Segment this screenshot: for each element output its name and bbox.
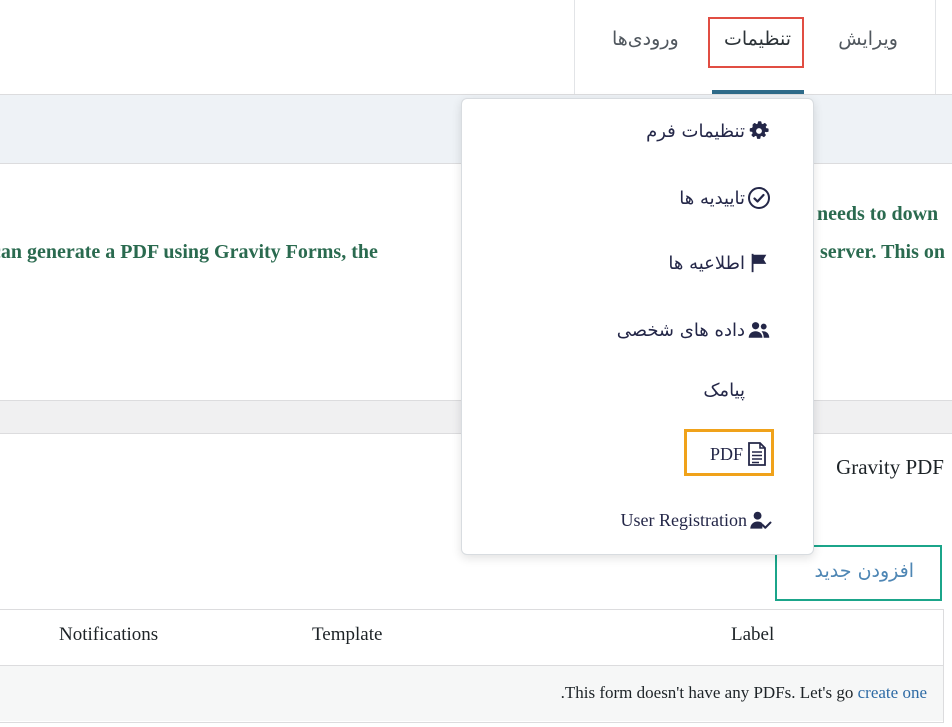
menu-item-label: اطلاعیه ها (668, 252, 745, 274)
menu-item-label: User Registration (620, 509, 747, 530)
menu-item-notifications[interactable]: اطلاعیه ها (668, 251, 771, 275)
table-row: .This form doesn't have any PDFs. Let's … (0, 666, 943, 721)
column-header-notifications[interactable]: Notifications (59, 624, 158, 646)
tab-edit[interactable]: ویرایش (838, 28, 898, 50)
menu-item-user-registration[interactable]: User Registration (621, 508, 773, 532)
pdf-item-highlight (684, 429, 774, 476)
menu-item-form-settings[interactable]: تنظیمات فرم (646, 119, 771, 143)
users-icon (747, 318, 771, 342)
tab-entries[interactable]: ورودی‌ها (612, 28, 679, 50)
add-new-label: افزودن جدید (814, 560, 914, 582)
check-circle-icon (747, 186, 771, 210)
menu-item-label: تاییدیه ها (679, 187, 745, 209)
create-one-link[interactable]: create one (858, 683, 927, 702)
menu-item-sms[interactable]: پیامک (703, 380, 745, 401)
active-tab-indicator (712, 90, 804, 94)
settings-tab-highlight (708, 17, 804, 68)
menu-item-confirmations[interactable]: تاییدیه ها (679, 186, 771, 210)
table-header-row: Notifications Template Label (0, 610, 943, 666)
notice-text-line1: needs to down (817, 203, 939, 225)
menu-item-label: داده های شخصی (616, 319, 745, 341)
empty-message-text: .This form doesn't have any PDFs. Let's … (560, 683, 858, 702)
menu-item-personal-data[interactable]: داده های شخصی (617, 318, 771, 342)
top-tab-bar: ویرایش تنظیمات ورودی‌ها (0, 0, 952, 95)
tab-bar-divider (574, 0, 575, 94)
notice-text-line2: can generate a PDF using Gravity Forms, … (0, 241, 378, 263)
notice-text-line2-right: server. This on (820, 241, 946, 263)
user-check-icon (749, 508, 773, 532)
column-header-label[interactable]: Label (731, 624, 774, 646)
settings-dropdown-menu: تنظیمات فرم تاییدیه ها اطلاعیه ها داده ه… (461, 98, 814, 555)
flag-icon (747, 251, 771, 275)
menu-item-label: پیامک (703, 380, 745, 401)
pdf-table: Notifications Template Label .This form … (0, 609, 944, 723)
empty-table-message: .This form doesn't have any PDFs. Let's … (561, 683, 927, 703)
gear-icon (747, 119, 771, 143)
tab-bar-edge (935, 0, 936, 94)
column-header-template[interactable]: Template (312, 624, 382, 646)
section-title: Gravity PDF (836, 455, 944, 479)
menu-item-label: تنظیمات فرم (646, 120, 745, 142)
